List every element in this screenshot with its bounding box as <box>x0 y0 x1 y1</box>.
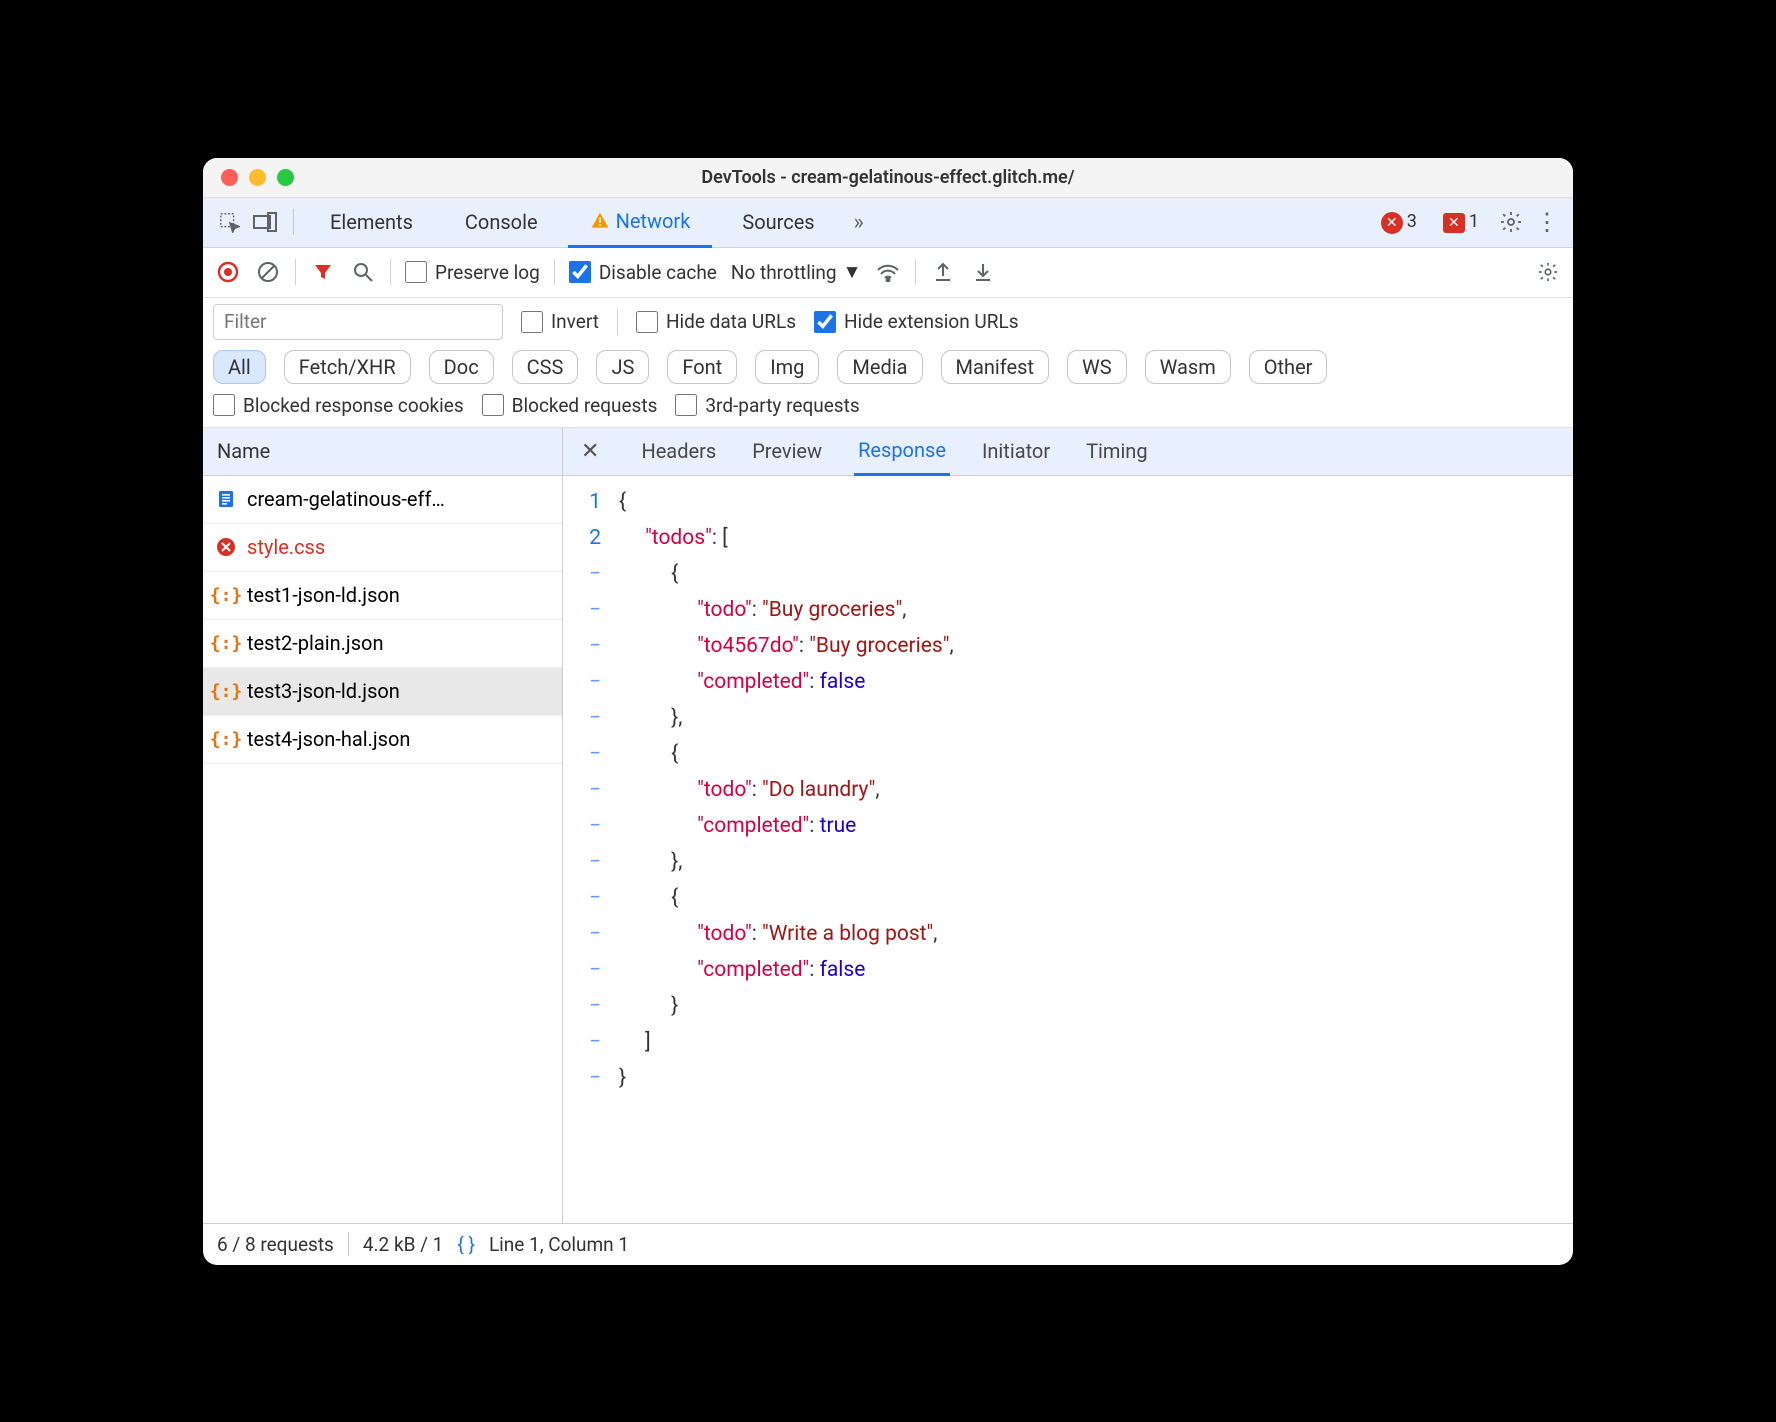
disable-cache-checkbox[interactable]: Disable cache <box>569 261 717 284</box>
detail-tabs: ✕ Headers Preview Response Initiator Tim… <box>563 428 1573 476</box>
document-icon <box>215 488 237 510</box>
invert-checkbox[interactable]: Invert <box>521 310 599 333</box>
tab-initiator[interactable]: Initiator <box>978 428 1054 476</box>
chevron-down-icon: ▼ <box>843 260 862 284</box>
error-badge[interactable]: ✕3 <box>1381 211 1427 234</box>
zoom-window-button[interactable] <box>277 169 294 186</box>
filter-bar: Invert Hide data URLs Hide extension URL… <box>203 298 1573 428</box>
device-toolbar-icon[interactable] <box>251 208 279 236</box>
pretty-print-icon[interactable]: { } <box>457 1233 475 1256</box>
request-row[interactable]: cream-gelatinous-eff… <box>203 476 562 524</box>
traffic-lights <box>203 169 294 186</box>
tab-headers[interactable]: Headers <box>637 428 720 476</box>
titlebar: DevTools - cream-gelatinous-effect.glitc… <box>203 158 1573 198</box>
filter-ws[interactable]: WS <box>1067 350 1127 384</box>
filter-media[interactable]: Media <box>837 350 922 384</box>
request-list: Name cream-gelatinous-eff… style.css {:} te… <box>203 428 563 1223</box>
minimize-window-button[interactable] <box>249 169 266 186</box>
json-icon: {:} <box>215 680 237 702</box>
warning-icon <box>590 211 610 231</box>
throttling-select[interactable]: No throttling▼ <box>731 260 862 284</box>
name-column-header[interactable]: Name <box>203 428 562 476</box>
panel-tabbar: Elements Console Network Sources » ✕3 ✕1… <box>203 198 1573 248</box>
status-cursor: Line 1, Column 1 <box>489 1233 629 1256</box>
error-circle-icon: ✕ <box>1381 212 1403 234</box>
filter-input[interactable] <box>213 304 503 340</box>
tab-timing[interactable]: Timing <box>1082 428 1151 476</box>
record-button[interactable] <box>215 259 241 285</box>
error-icon <box>215 536 237 558</box>
json-icon: {:} <box>215 632 237 654</box>
response-editor[interactable]: 1{2 "todos": [− {− "todo": "Buy grocerie… <box>563 476 1573 1223</box>
filter-all[interactable]: All <box>213 350 266 384</box>
filter-icon[interactable] <box>310 259 336 285</box>
status-requests: 6 / 8 requests <box>217 1233 334 1256</box>
request-name: style.css <box>247 535 325 559</box>
request-row[interactable]: {:} test4-json-hal.json <box>203 716 562 764</box>
request-rows: cream-gelatinous-eff… style.css {:} test1-j… <box>203 476 562 1223</box>
tab-response[interactable]: Response <box>854 428 950 476</box>
tab-preview[interactable]: Preview <box>748 428 826 476</box>
upload-har-icon[interactable] <box>930 259 956 285</box>
request-name: test1-json-ld.json <box>247 583 400 607</box>
tab-elements[interactable]: Elements <box>308 197 435 247</box>
status-bar: 6 / 8 requests 4.2 kB / 1 { } Line 1, Co… <box>203 1223 1573 1265</box>
filter-xhr[interactable]: Fetch/XHR <box>284 350 411 384</box>
issue-square-icon: ✕ <box>1443 213 1465 233</box>
json-icon: {:} <box>215 584 237 606</box>
settings-gear-icon[interactable] <box>1497 208 1525 236</box>
inspect-icon[interactable] <box>215 208 243 236</box>
body-split: Name cream-gelatinous-eff… style.css {:} te… <box>203 428 1573 1223</box>
filter-wasm[interactable]: Wasm <box>1145 350 1231 384</box>
request-name: test4-json-hal.json <box>247 727 410 751</box>
network-toolbar: Preserve log Disable cache No throttling… <box>203 248 1573 298</box>
filter-img[interactable]: Img <box>755 350 819 384</box>
request-row[interactable]: {:} test3-json-ld.json <box>203 668 562 716</box>
download-har-icon[interactable] <box>970 259 996 285</box>
clear-button[interactable] <box>255 259 281 285</box>
blocked-requests-checkbox[interactable]: Blocked requests <box>482 394 658 417</box>
detail-panel: ✕ Headers Preview Response Initiator Tim… <box>563 428 1573 1223</box>
blocked-cookies-checkbox[interactable]: Blocked response cookies <box>213 394 464 417</box>
window-title: DevTools - cream-gelatinous-effect.glitc… <box>701 167 1074 188</box>
request-row[interactable]: style.css <box>203 524 562 572</box>
issues-badge[interactable]: ✕1 <box>1435 211 1489 233</box>
request-name: cream-gelatinous-eff… <box>247 487 445 511</box>
tab-sources[interactable]: Sources <box>720 197 836 247</box>
tab-network[interactable]: Network <box>568 198 713 248</box>
more-tabs-icon[interactable]: » <box>845 208 873 236</box>
devtools-window: DevTools - cream-gelatinous-effect.glitc… <box>203 158 1573 1265</box>
network-conditions-icon[interactable] <box>875 259 901 285</box>
kebab-menu-icon[interactable]: ⋮ <box>1533 208 1561 236</box>
request-row[interactable]: {:} test1-json-ld.json <box>203 572 562 620</box>
request-name: test2-plain.json <box>247 631 384 655</box>
status-transfer: 4.2 kB / 1 <box>363 1233 444 1256</box>
filter-other[interactable]: Other <box>1249 350 1328 384</box>
filter-manifest[interactable]: Manifest <box>941 350 1049 384</box>
network-settings-gear-icon[interactable] <box>1535 259 1561 285</box>
filter-css[interactable]: CSS <box>512 350 579 384</box>
request-name: test3-json-ld.json <box>247 679 400 703</box>
filter-doc[interactable]: Doc <box>429 350 494 384</box>
json-icon: {:} <box>215 728 237 750</box>
preserve-log-checkbox[interactable]: Preserve log <box>405 261 540 284</box>
filter-js[interactable]: JS <box>596 350 649 384</box>
hide-data-urls-checkbox[interactable]: Hide data URLs <box>636 310 796 333</box>
request-row[interactable]: {:} test2-plain.json <box>203 620 562 668</box>
search-icon[interactable] <box>350 259 376 285</box>
third-party-checkbox[interactable]: 3rd-party requests <box>675 394 859 417</box>
filter-font[interactable]: Font <box>667 350 737 384</box>
tab-console[interactable]: Console <box>443 197 560 247</box>
close-detail-button[interactable]: ✕ <box>571 433 609 470</box>
hide-extension-urls-checkbox[interactable]: Hide extension URLs <box>814 310 1019 333</box>
close-window-button[interactable] <box>221 169 238 186</box>
